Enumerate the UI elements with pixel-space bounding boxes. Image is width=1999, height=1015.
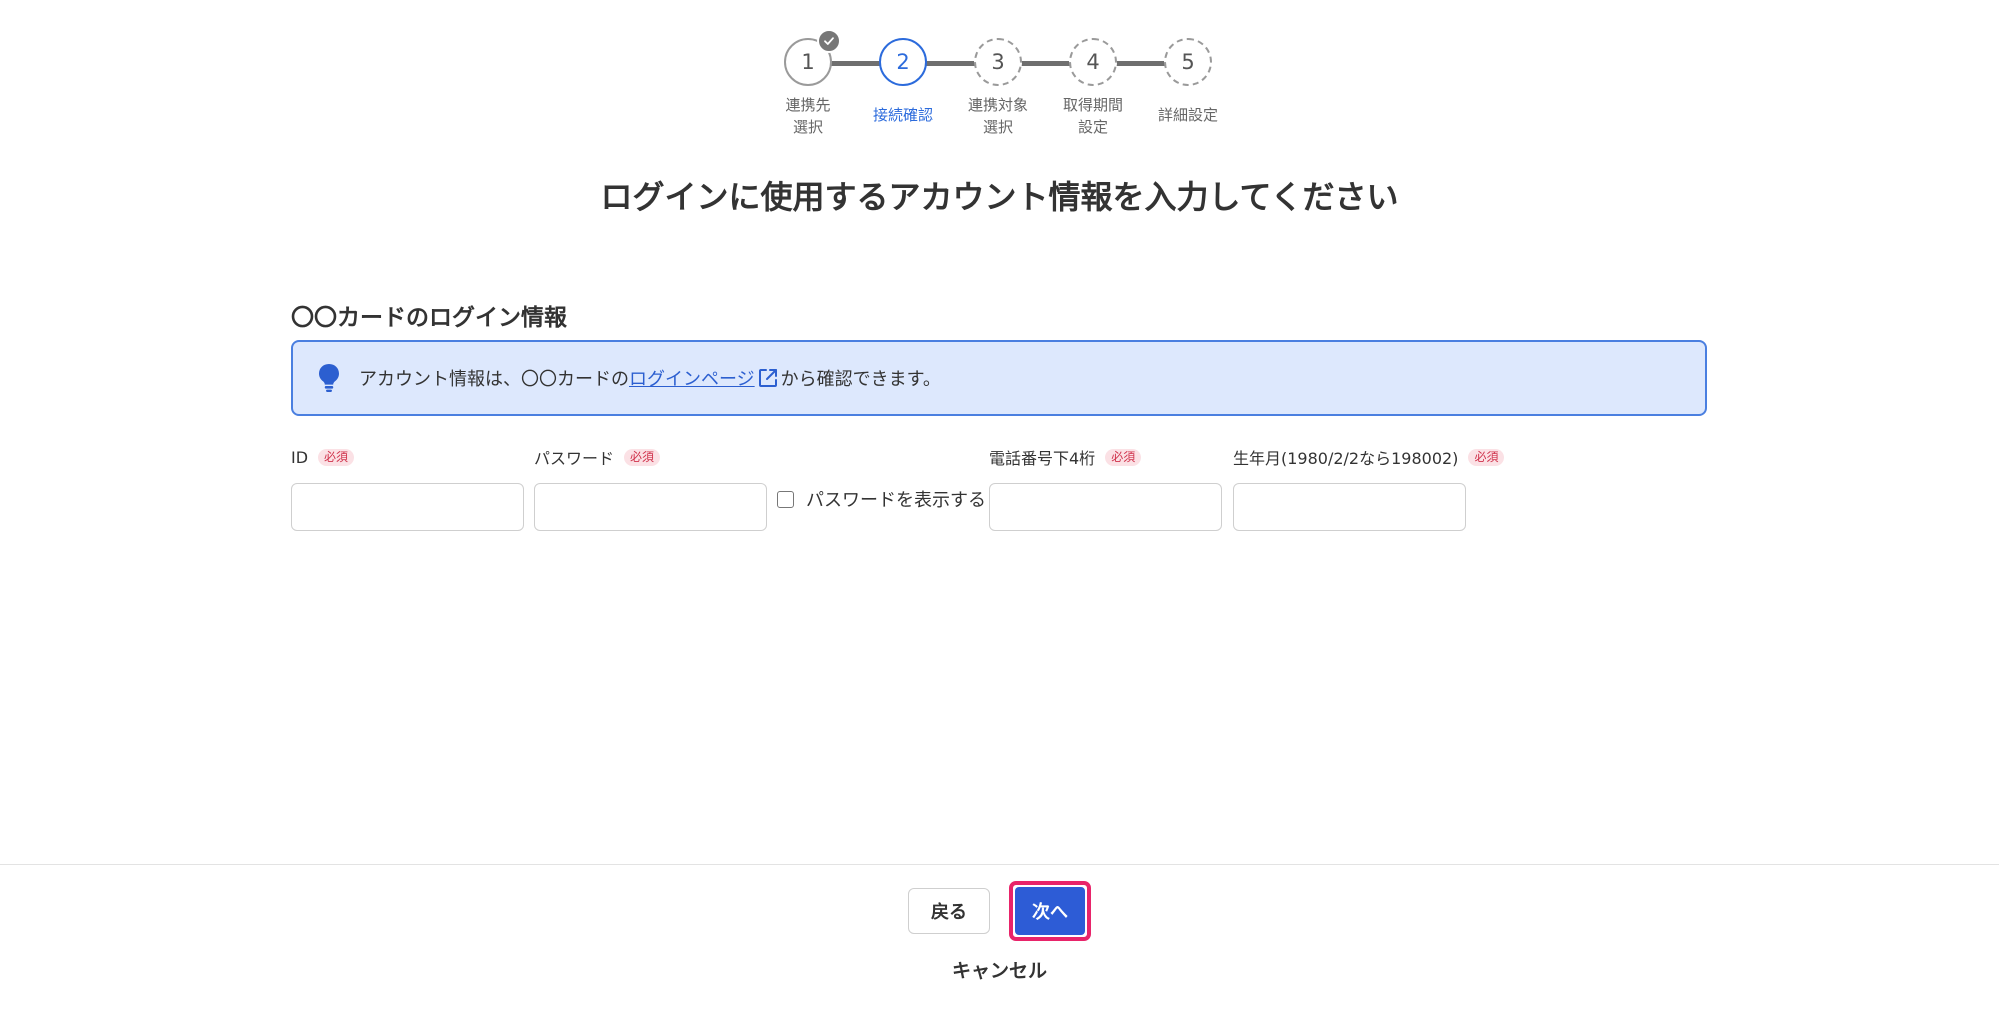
section-title: 〇〇カードのログイン情報	[291, 305, 567, 331]
external-link-icon[interactable]	[757, 367, 779, 389]
step-3: 3 連携対象 選択	[948, 38, 1048, 138]
page: 1 連携先 選択 2 接続確認 3 連携対象 選択 4 取得期間 設定 5 詳細…	[0, 0, 1999, 1015]
step-1: 1 連携先 選択	[758, 29, 858, 138]
step-label: 接続確認	[872, 106, 933, 124]
field-label-text: ID	[291, 447, 309, 467]
id-label: ID 必須	[291, 445, 524, 469]
password-label: パスワード 必須	[534, 445, 767, 469]
next-button[interactable]: 次へ	[1015, 887, 1085, 935]
page-title: ログインに使用するアカウント情報を入力してください	[600, 178, 1399, 216]
required-badge: 必須	[1105, 448, 1142, 466]
step-number: 1	[801, 50, 815, 74]
login-page-link[interactable]: ログインページ	[629, 365, 755, 391]
field-label-text: 生年月(1980/2/2なら198002)	[1233, 449, 1459, 468]
step-circle: 3	[974, 38, 1022, 86]
id-field-group: ID 必須	[291, 445, 524, 531]
step-circle: 5	[1164, 38, 1212, 86]
birth-month-input[interactable]	[1233, 483, 1466, 531]
step-number: 3	[991, 50, 1005, 74]
step-number: 5	[1181, 50, 1195, 74]
show-password-checkbox[interactable]	[777, 490, 794, 508]
step-number: 4	[1086, 50, 1100, 74]
step-label: 連携対象 選択	[967, 96, 1028, 136]
step-circle: 4	[1069, 38, 1117, 86]
birth-month-label: 生年月(1980/2/2なら198002) 必須	[1233, 445, 1505, 469]
birth-month-field-group: 生年月(1980/2/2なら198002) 必須	[1233, 445, 1505, 531]
step-circle: 1	[784, 29, 841, 86]
phone-label: 電話番号下4桁 必須	[989, 445, 1222, 469]
password-field-group: パスワード 必須	[534, 445, 767, 531]
check-icon	[817, 29, 841, 53]
cancel-link[interactable]: キャンセル	[0, 956, 1999, 983]
step-number: 2	[896, 50, 910, 74]
footer-divider	[0, 864, 1999, 865]
required-badge: 必須	[1468, 448, 1505, 466]
id-input[interactable]	[291, 483, 524, 531]
required-badge: 必須	[318, 448, 355, 466]
field-label-text: 電話番号下4桁	[989, 449, 1096, 468]
phone-field-group: 電話番号下4桁 必須	[989, 445, 1222, 531]
info-text-prefix: アカウント情報は、〇〇カードの	[359, 369, 629, 390]
step-label: 連携先 選択	[785, 96, 831, 136]
lightbulb-icon	[317, 363, 341, 393]
show-password-toggle[interactable]: パスワードを表示する	[777, 486, 986, 512]
field-label-text: パスワード	[534, 449, 615, 468]
step-4: 4 取得期間 設定	[1043, 38, 1143, 138]
info-text-suffix: から確認できます。	[780, 369, 941, 390]
phone-last4-input[interactable]	[989, 483, 1222, 531]
step-2: 2 接続確認	[853, 38, 953, 126]
step-circle: 2	[879, 38, 927, 86]
info-callout: アカウント情報は、〇〇カードの ログインページ から確認できます。	[291, 340, 1707, 416]
step-label: 取得期間 設定	[1062, 96, 1123, 136]
step-label: 詳細設定	[1157, 106, 1218, 124]
show-password-label: パスワードを表示する	[806, 490, 986, 511]
back-button[interactable]: 戻る	[908, 888, 990, 934]
progress-stepper: 1 連携先 選択 2 接続確認 3 連携対象 選択 4 取得期間 設定 5 詳細…	[784, 29, 1218, 148]
password-input[interactable]	[534, 483, 767, 531]
step-5: 5 詳細設定	[1138, 38, 1238, 126]
required-badge: 必須	[624, 448, 661, 466]
